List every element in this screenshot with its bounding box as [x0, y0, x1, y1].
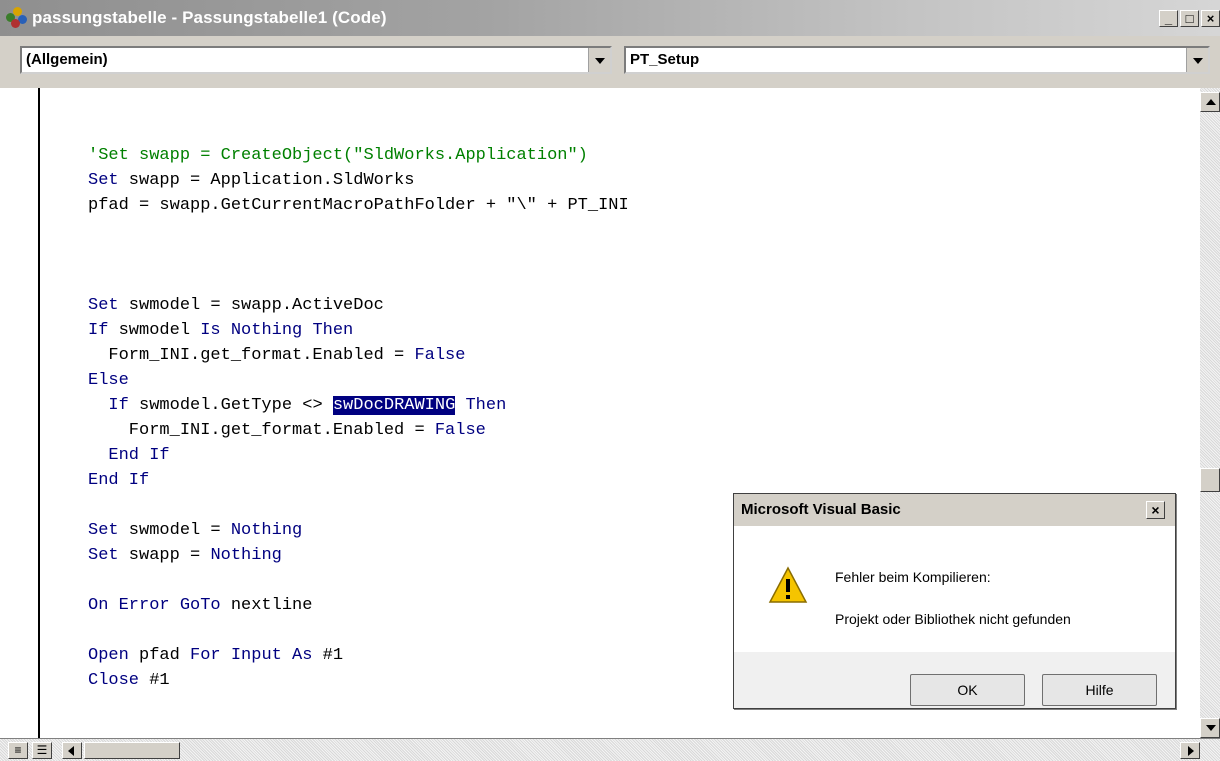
scroll-right-button[interactable] — [1180, 742, 1200, 759]
title-bar: passungstabelle - Passungstabelle1 (Code… — [0, 0, 1220, 36]
ok-button[interactable]: OK — [910, 674, 1025, 706]
maximize-button[interactable]: □ — [1180, 10, 1199, 27]
code-line[interactable]: If swmodel Is Nothing Then — [88, 318, 353, 343]
procedure-dropdown[interactable]: PT_Setup — [624, 46, 1210, 74]
code-line[interactable]: Form_INI.get_format.Enabled = False — [88, 343, 465, 368]
code-line[interactable]: If swmodel.GetType <> swDocDRAWING Then — [88, 393, 506, 418]
warning-icon — [768, 566, 808, 603]
code-line[interactable]: Set swapp = Application.SldWorks — [88, 168, 414, 193]
code-line[interactable]: Set swmodel = Nothing — [88, 518, 302, 543]
code-line[interactable]: Open pfad For Input As #1 — [88, 643, 343, 668]
error-dialog: Microsoft Visual Basic × Fehler beim Kom… — [733, 493, 1176, 709]
procedure-dropdown-value: PT_Setup — [630, 51, 700, 68]
code-line[interactable]: Form_INI.get_format.Enabled = False — [88, 418, 486, 443]
chevron-down-icon[interactable] — [588, 48, 610, 72]
code-line[interactable]: Set swmodel = swapp.ActiveDoc — [88, 293, 384, 318]
bottom-bar: ≡ ☰ — [0, 738, 1220, 761]
procedure-view-icon[interactable]: ≡ — [8, 742, 28, 759]
error-message-detail: Projekt oder Bibliothek nicht gefunden — [835, 611, 1071, 627]
code-line[interactable]: pfad = swapp.GetCurrentMacroPathFolder +… — [88, 193, 629, 218]
dialog-close-button[interactable]: × — [1146, 501, 1165, 519]
vba-app-icon — [6, 7, 28, 29]
window-title: passungstabelle - Passungstabelle1 (Code… — [32, 8, 387, 27]
minimize-button[interactable]: _ — [1159, 10, 1178, 27]
dialog-title-bar: Microsoft Visual Basic × — [734, 494, 1175, 527]
error-message-title: Fehler beim Kompilieren: — [835, 569, 991, 585]
horizontal-scroll-thumb[interactable] — [84, 742, 180, 759]
code-line[interactable]: On Error GoTo nextline — [88, 593, 312, 618]
scroll-down-button[interactable] — [1200, 718, 1220, 738]
scroll-up-button[interactable] — [1200, 92, 1220, 112]
help-button[interactable]: Hilfe — [1042, 674, 1157, 706]
vertical-scrollbar[interactable] — [1200, 88, 1220, 738]
close-button[interactable]: × — [1201, 10, 1220, 27]
code-line[interactable]: Set swapp = Nothing — [88, 543, 282, 568]
code-line[interactable]: Else — [88, 368, 129, 393]
dialog-title: Microsoft Visual Basic — [741, 501, 901, 518]
chevron-down-icon[interactable] — [1186, 48, 1208, 72]
selected-token[interactable]: swDocDRAWING — [332, 396, 456, 415]
code-line[interactable]: 'Set swapp = CreateObject("SldWorks.Appl… — [88, 143, 588, 168]
code-line[interactable]: End If — [88, 468, 149, 493]
full-module-view-icon[interactable]: ☰ — [32, 742, 52, 759]
code-line[interactable]: End If — [88, 443, 169, 468]
scroll-left-button[interactable] — [62, 742, 82, 759]
dialog-body: Fehler beim Kompilieren: Projekt oder Bi… — [734, 526, 1175, 652]
code-line[interactable]: Close #1 — [88, 668, 170, 693]
object-dropdown-value: (Allgemein) — [26, 51, 108, 68]
combo-bar: (Allgemein) PT_Setup — [0, 36, 1220, 89]
code-margin[interactable] — [0, 88, 40, 738]
object-dropdown[interactable]: (Allgemein) — [20, 46, 612, 74]
vertical-scroll-thumb[interactable] — [1200, 468, 1220, 492]
